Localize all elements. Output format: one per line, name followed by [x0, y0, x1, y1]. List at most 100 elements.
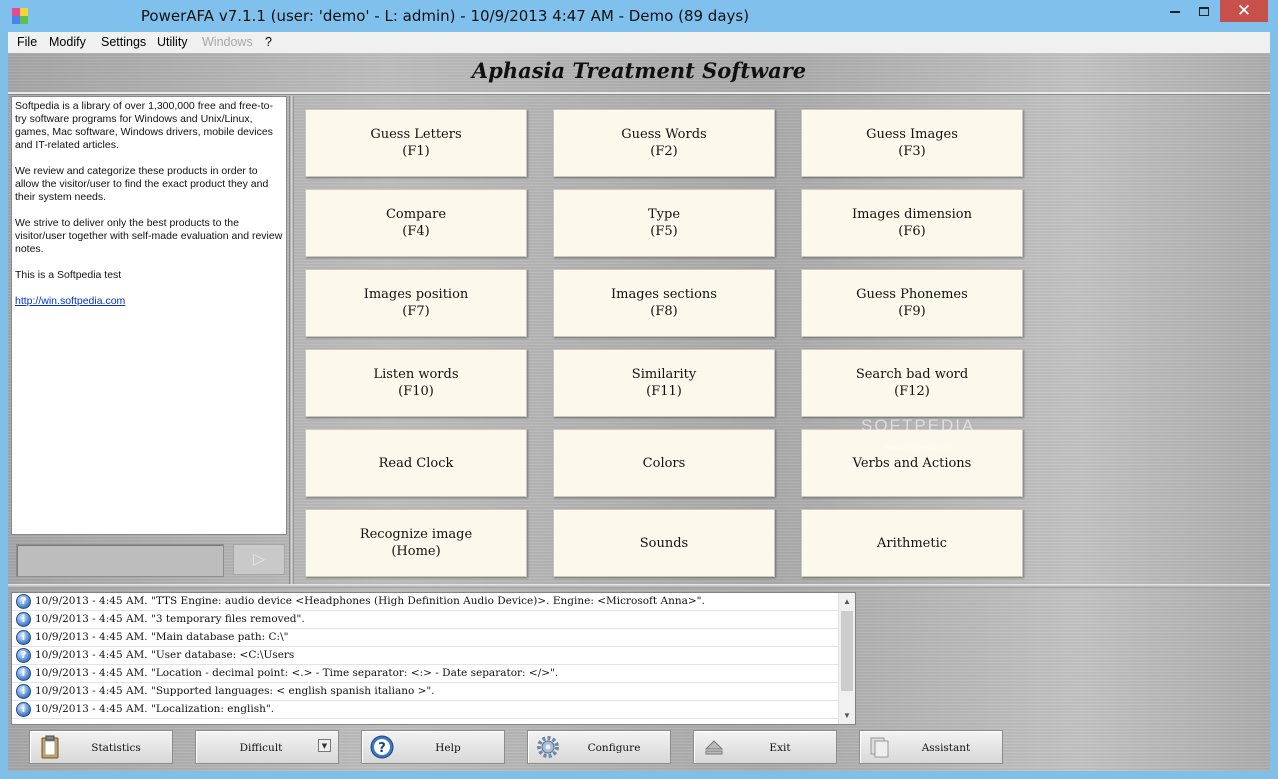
- log-text: 10/9/2013 - 4:45 AM. "User database: <C:…: [35, 649, 295, 661]
- log-text: 10/9/2013 - 4:45 AM. "Localization: engl…: [35, 703, 275, 715]
- close-button[interactable]: ✕: [1220, 0, 1268, 22]
- play-button[interactable]: ▷: [233, 544, 285, 575]
- exercise-button[interactable]: Images position (F7): [305, 269, 527, 337]
- info-paragraph: We review and categorize these products …: [15, 165, 269, 203]
- info-link[interactable]: http://win.softpedia.com: [15, 295, 125, 307]
- minimize-icon: [1170, 11, 1180, 13]
- exercise-name: Sounds: [639, 535, 689, 551]
- info-icon: i: [16, 630, 31, 645]
- exercise-button[interactable]: Recognize image (Home): [305, 509, 527, 577]
- log-list[interactable]: ? 10/9/2013 - 4:45 AM. "TTS Engine: audio…: [11, 592, 856, 725]
- horizontal-splitter[interactable]: [8, 584, 1270, 588]
- exercise-name: Verbs and Actions: [852, 455, 972, 471]
- minimize-button[interactable]: [1162, 0, 1188, 22]
- menu-file[interactable]: File: [17, 35, 37, 49]
- clipboard-icon: [41, 735, 59, 759]
- title-bar[interactable]: PowerAFA v7.1.1 (user: 'demo' - L: admin…: [0, 0, 1278, 32]
- log-row[interactable]: i 10/9/2013 - 4:45 AM. "Localization: eng…: [12, 701, 855, 719]
- log-text: 10/9/2013 - 4:45 AM. "Location - decimal…: [35, 667, 559, 679]
- scroll-thumb[interactable]: [841, 611, 853, 691]
- log-row[interactable]: i 10/9/2013 - 4:45 AM. "Supported languag…: [12, 683, 855, 701]
- exercise-shortcut: (F9): [898, 304, 926, 319]
- exercise-button[interactable]: Type (F5): [553, 189, 775, 257]
- log-row[interactable]: ? 10/9/2013 - 4:45 AM. "TTS Engine: audio…: [12, 593, 855, 611]
- assistant-button[interactable]: Assistant: [859, 730, 1003, 764]
- exercise-button[interactable]: Arithmetic: [801, 509, 1023, 577]
- exercise-name: Read Clock: [378, 455, 454, 471]
- menu-utility[interactable]: Utility: [157, 35, 188, 49]
- scroll-up-icon[interactable]: ▲: [839, 593, 855, 610]
- exercise-name: Search bad word: [855, 367, 969, 382]
- exercise-name: Colors: [642, 455, 686, 471]
- exercise-name: Guess Words: [621, 127, 707, 142]
- exercise-shortcut: (F10): [398, 384, 434, 399]
- chevron-down-icon[interactable]: ▼: [318, 739, 331, 752]
- exercise-button[interactable]: Guess Phonemes (F9): [801, 269, 1023, 337]
- question-icon: ?: [16, 648, 31, 663]
- exercise-button[interactable]: Guess Images (F3): [801, 109, 1023, 177]
- log-scrollbar[interactable]: ▲ ▼: [838, 593, 855, 724]
- info-paragraph: We strive to deliver only the best produ…: [15, 217, 283, 255]
- exercise-button[interactable]: Colors: [553, 429, 775, 497]
- vertical-splitter[interactable]: [289, 96, 294, 584]
- exercise-shortcut: (F5): [650, 224, 678, 239]
- statistics-label: Statistics: [91, 742, 141, 754]
- exit-button[interactable]: Exit: [693, 730, 837, 764]
- exercise-name: Images dimension: [852, 207, 972, 222]
- log-text: 10/9/2013 - 4:45 AM. "TTS Engine: audio …: [35, 595, 705, 607]
- exercise-button[interactable]: Guess Letters (F1): [305, 109, 527, 177]
- menu-windows[interactable]: Windows: [202, 35, 253, 49]
- log-row[interactable]: ? 10/9/2013 - 4:45 AM. "User database: <C…: [12, 647, 855, 665]
- log-row[interactable]: i 10/9/2013 - 4:45 AM. "Location - decima…: [12, 665, 855, 683]
- exercise-button[interactable]: Read Clock: [305, 429, 527, 497]
- menu-help[interactable]: ?: [265, 35, 272, 49]
- info-panel[interactable]: Softpedia is a library of over 1,300,000…: [11, 96, 287, 535]
- menu-settings[interactable]: Settings: [101, 35, 146, 49]
- command-input[interactable]: [16, 544, 224, 577]
- exercise-button[interactable]: Verbs and Actions: [801, 429, 1023, 497]
- heading-divider: [8, 92, 1270, 95]
- info-paragraph: This is a Softpedia test: [15, 269, 122, 281]
- info-icon: i: [16, 666, 31, 681]
- log-text: 10/9/2013 - 4:45 AM. "3 temporary files …: [35, 613, 305, 625]
- difficulty-select[interactable]: Difficult ▼: [195, 730, 339, 764]
- menu-modify[interactable]: Modify: [49, 35, 86, 49]
- exercise-shortcut: (F4): [402, 224, 430, 239]
- exercise-button[interactable]: Compare (F4): [305, 189, 527, 257]
- exercise-name: Images position: [363, 287, 469, 302]
- statistics-button[interactable]: Statistics: [29, 730, 173, 764]
- exercise-shortcut: (F6): [898, 224, 926, 239]
- exercise-name: Guess Letters: [370, 127, 462, 142]
- exercise-name: Guess Phonemes: [856, 287, 968, 302]
- help-button[interactable]: ? Help: [361, 730, 505, 764]
- exercise-button[interactable]: Images sections (F8): [553, 269, 775, 337]
- configure-button[interactable]: Configure: [527, 730, 671, 764]
- scroll-down-icon[interactable]: ▼: [839, 707, 855, 724]
- maximize-icon: [1199, 7, 1209, 16]
- exercise-button[interactable]: Images dimension (F6): [801, 189, 1023, 257]
- exercise-button[interactable]: Sounds: [553, 509, 775, 577]
- menu-bar: File Modify Settings Utility Windows ?: [8, 32, 1270, 53]
- exercise-button[interactable]: Search bad word (F12): [801, 349, 1023, 417]
- configure-label: Configure: [587, 742, 641, 754]
- assistant-icon: [870, 737, 889, 758]
- exercise-name: Listen words: [373, 367, 459, 382]
- log-row[interactable]: i 10/9/2013 - 4:45 AM. "3 temporary files…: [12, 611, 855, 629]
- eject-icon: [704, 740, 724, 755]
- exercise-shortcut: (F3): [898, 144, 926, 159]
- log-text: 10/9/2013 - 4:45 AM. "Main database path…: [35, 631, 289, 643]
- assistant-label: Assistant: [921, 742, 971, 754]
- exercise-shortcut: (F11): [646, 384, 682, 399]
- exercise-button[interactable]: Guess Words (F2): [553, 109, 775, 177]
- window-title: PowerAFA v7.1.1 (user: 'demo' - L: admin…: [140, 7, 750, 25]
- exercise-button[interactable]: Listen words (F10): [305, 349, 527, 417]
- exercise-button[interactable]: Similarity (F11): [553, 349, 775, 417]
- exercise-shortcut: (F8): [650, 304, 678, 319]
- log-row[interactable]: i 10/9/2013 - 4:45 AM. "Main database pat…: [12, 629, 855, 647]
- play-icon: ▷: [252, 551, 266, 568]
- exercise-shortcut: (F1): [402, 144, 430, 159]
- help-icon: ?: [370, 735, 394, 759]
- info-icon: i: [16, 684, 31, 699]
- maximize-button[interactable]: [1191, 0, 1217, 22]
- svg-text:?: ?: [378, 741, 386, 756]
